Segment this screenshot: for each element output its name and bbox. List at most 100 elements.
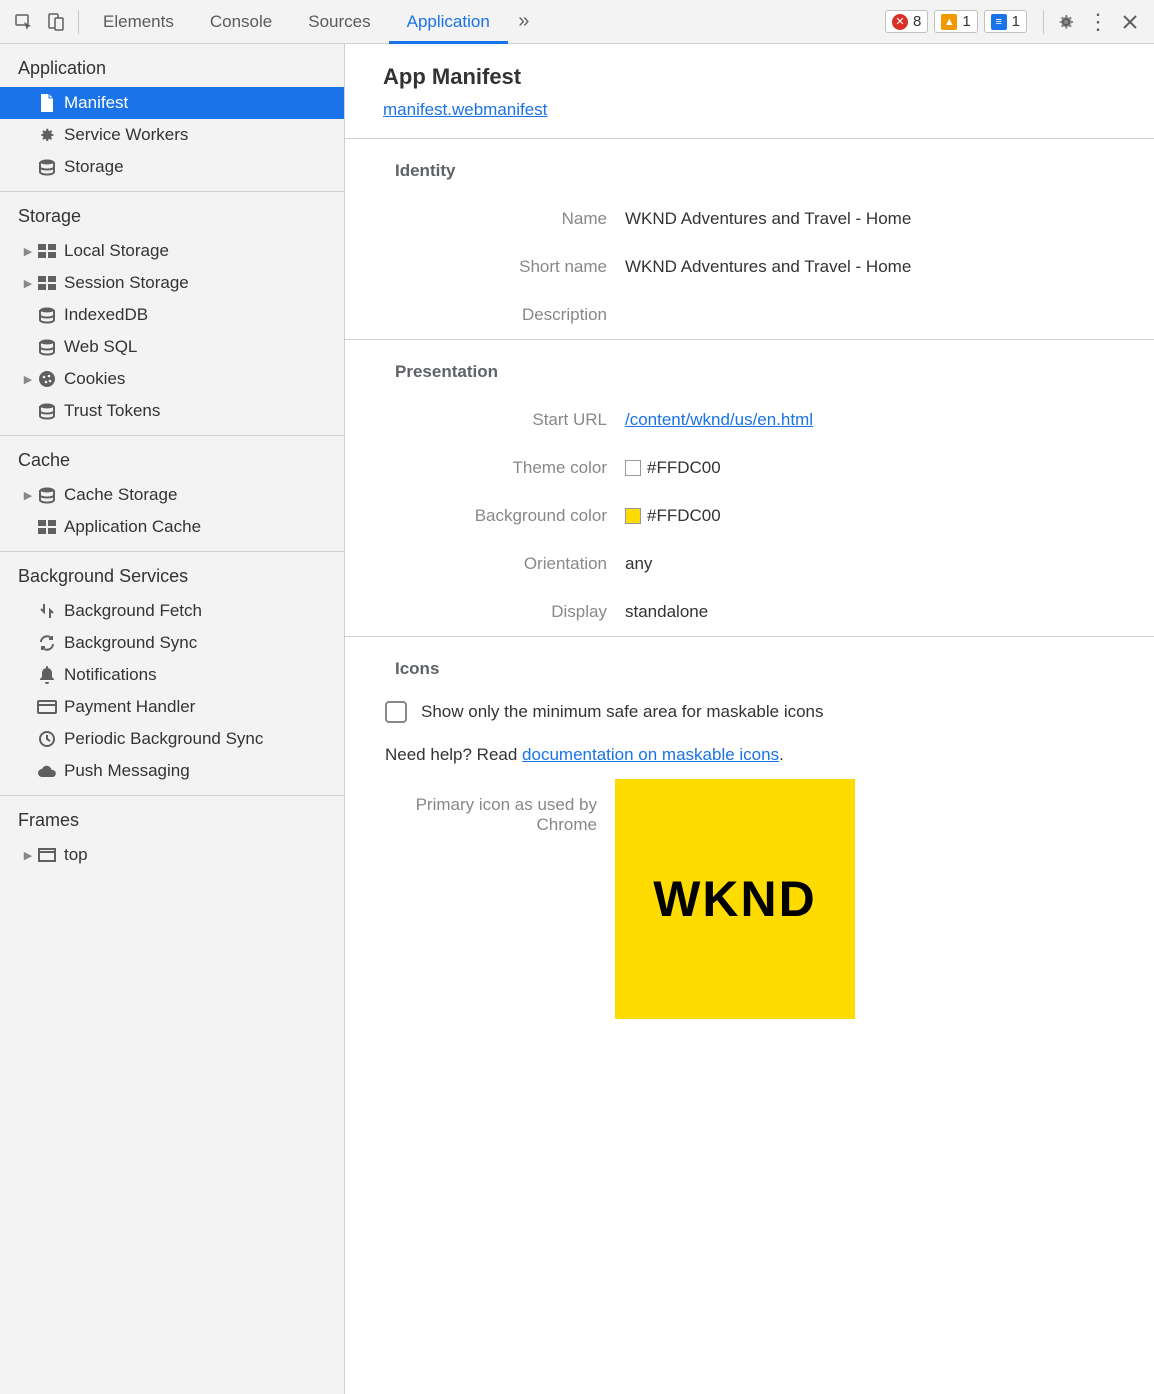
expand-icon[interactable]: ▶ (22, 373, 34, 386)
application-sidebar: Application Manifest Service Workers Sto… (0, 44, 345, 1394)
value-start-url[interactable]: /content/wknd/us/en.html (625, 410, 813, 430)
sidebar-item-payment[interactable]: Payment Handler (0, 691, 344, 723)
sidebar-item-label: Push Messaging (64, 761, 190, 781)
label-orientation: Orientation (365, 554, 625, 574)
primary-icon-preview: WKND (615, 779, 855, 1019)
sidebar-item-cache-storage[interactable]: ▶ Cache Storage (0, 479, 344, 511)
row-bg-color: Background color #FFDC00 (345, 492, 1154, 540)
sidebar-item-notifications[interactable]: Notifications (0, 659, 344, 691)
label-short-name: Short name (365, 257, 625, 277)
close-icon[interactable] (1118, 10, 1142, 34)
sidebar-item-trust-tokens[interactable]: Trust Tokens (0, 395, 344, 427)
card-icon (36, 700, 58, 714)
primary-icon-label: Primary icon as used by Chrome (385, 789, 615, 1019)
expand-icon[interactable]: ▶ (22, 245, 34, 258)
row-orientation: Orientation any (345, 540, 1154, 588)
row-start-url: Start URL /content/wknd/us/en.html (345, 396, 1154, 444)
sidebar-item-local-storage[interactable]: ▶ Local Storage (0, 235, 344, 267)
tab-elements[interactable]: Elements (85, 0, 192, 44)
fetch-icon (36, 602, 58, 620)
value-bg-color: #FFDC00 (647, 506, 721, 526)
sidebar-item-label: top (64, 845, 88, 865)
devtools-tabbar: Elements Console Sources Application » ✕… (0, 0, 1154, 44)
checkbox-icon[interactable] (385, 701, 407, 723)
help-prefix: Need help? Read (385, 745, 522, 764)
row-theme-color: Theme color #FFDC00 (345, 444, 1154, 492)
table-icon (36, 244, 58, 258)
database-icon (36, 486, 58, 504)
sidebar-item-cookies[interactable]: ▶ Cookies (0, 363, 344, 395)
help-suffix: . (779, 745, 784, 764)
expand-icon[interactable]: ▶ (22, 489, 34, 502)
issues-count: 1 (1012, 13, 1020, 30)
sidebar-item-bg-fetch[interactable]: Background Fetch (0, 595, 344, 627)
expand-icon[interactable]: ▶ (22, 849, 34, 862)
sidebar-item-storage[interactable]: Storage (0, 151, 344, 183)
tab-console[interactable]: Console (192, 0, 290, 44)
sidebar-item-label: Application Cache (64, 517, 201, 537)
sidebar-item-label: Trust Tokens (64, 401, 160, 421)
section-presentation: Presentation (345, 340, 1154, 396)
inspect-icon[interactable] (12, 10, 36, 34)
expand-icon[interactable]: ▶ (22, 277, 34, 290)
sidebar-item-label: Cache Storage (64, 485, 177, 505)
clock-icon (36, 730, 58, 748)
sidebar-item-indexeddb[interactable]: IndexedDB (0, 299, 344, 331)
cloud-icon (36, 764, 58, 778)
tab-application[interactable]: Application (389, 0, 508, 44)
row-description: Description (345, 291, 1154, 339)
document-icon (36, 94, 58, 112)
more-tabs-icon[interactable]: » (512, 10, 536, 34)
maskable-checkbox-label: Show only the minimum safe area for mask… (421, 702, 824, 722)
maskable-checkbox-row[interactable]: Show only the minimum safe area for mask… (345, 693, 1154, 731)
table-icon (36, 276, 58, 290)
device-toggle-icon[interactable] (44, 10, 68, 34)
primary-icon-row: Primary icon as used by Chrome WKND (345, 779, 1154, 1029)
sidebar-item-label: Cookies (64, 369, 125, 389)
database-icon (36, 338, 58, 356)
sidebar-item-label: Notifications (64, 665, 157, 685)
sidebar-item-label: Periodic Background Sync (64, 729, 263, 749)
warnings-badge[interactable]: ▲ 1 (934, 10, 977, 33)
maskable-docs-link[interactable]: documentation on maskable icons (522, 745, 779, 764)
sidebar-item-application-cache[interactable]: Application Cache (0, 511, 344, 543)
sidebar-item-label: Background Fetch (64, 601, 202, 621)
manifest-file-link[interactable]: manifest.webmanifest (383, 100, 547, 120)
database-icon (36, 158, 58, 176)
sidebar-section-bgservices: Background Services (0, 552, 344, 595)
errors-count: 8 (913, 13, 921, 30)
sidebar-item-websql[interactable]: Web SQL (0, 331, 344, 363)
label-bg-color: Background color (365, 506, 625, 526)
sidebar-item-manifest[interactable]: Manifest (0, 87, 344, 119)
sidebar-section-application: Application (0, 44, 344, 87)
label-start-url: Start URL (365, 410, 625, 430)
label-theme-color: Theme color (365, 458, 625, 478)
sidebar-item-bg-sync[interactable]: Background Sync (0, 627, 344, 659)
label-display: Display (365, 602, 625, 622)
sidebar-item-label: Service Workers (64, 125, 188, 145)
separator (1043, 10, 1044, 34)
tab-sources[interactable]: Sources (290, 0, 388, 44)
bell-icon (36, 666, 58, 684)
sidebar-section-storage: Storage (0, 192, 344, 235)
settings-icon[interactable] (1054, 10, 1078, 34)
frame-icon (36, 848, 58, 862)
sidebar-item-periodic-sync[interactable]: Periodic Background Sync (0, 723, 344, 755)
cookie-icon (36, 370, 58, 388)
row-short-name: Short name WKND Adventures and Travel - … (345, 243, 1154, 291)
database-icon (36, 402, 58, 420)
sidebar-item-frame-top[interactable]: ▶ top (0, 839, 344, 871)
bg-color-swatch (625, 508, 641, 524)
issues-badge[interactable]: ≡ 1 (984, 10, 1027, 33)
section-identity: Identity (345, 139, 1154, 195)
sidebar-item-push[interactable]: Push Messaging (0, 755, 344, 787)
sidebar-item-label: Session Storage (64, 273, 189, 293)
error-icon: ✕ (892, 14, 908, 30)
errors-badge[interactable]: ✕ 8 (885, 10, 928, 33)
sidebar-section-frames: Frames (0, 796, 344, 839)
sidebar-item-service-workers[interactable]: Service Workers (0, 119, 344, 151)
kebab-icon[interactable]: ⋮ (1086, 10, 1110, 34)
sidebar-item-label: IndexedDB (64, 305, 148, 325)
gear-icon (36, 126, 58, 144)
sidebar-item-session-storage[interactable]: ▶ Session Storage (0, 267, 344, 299)
